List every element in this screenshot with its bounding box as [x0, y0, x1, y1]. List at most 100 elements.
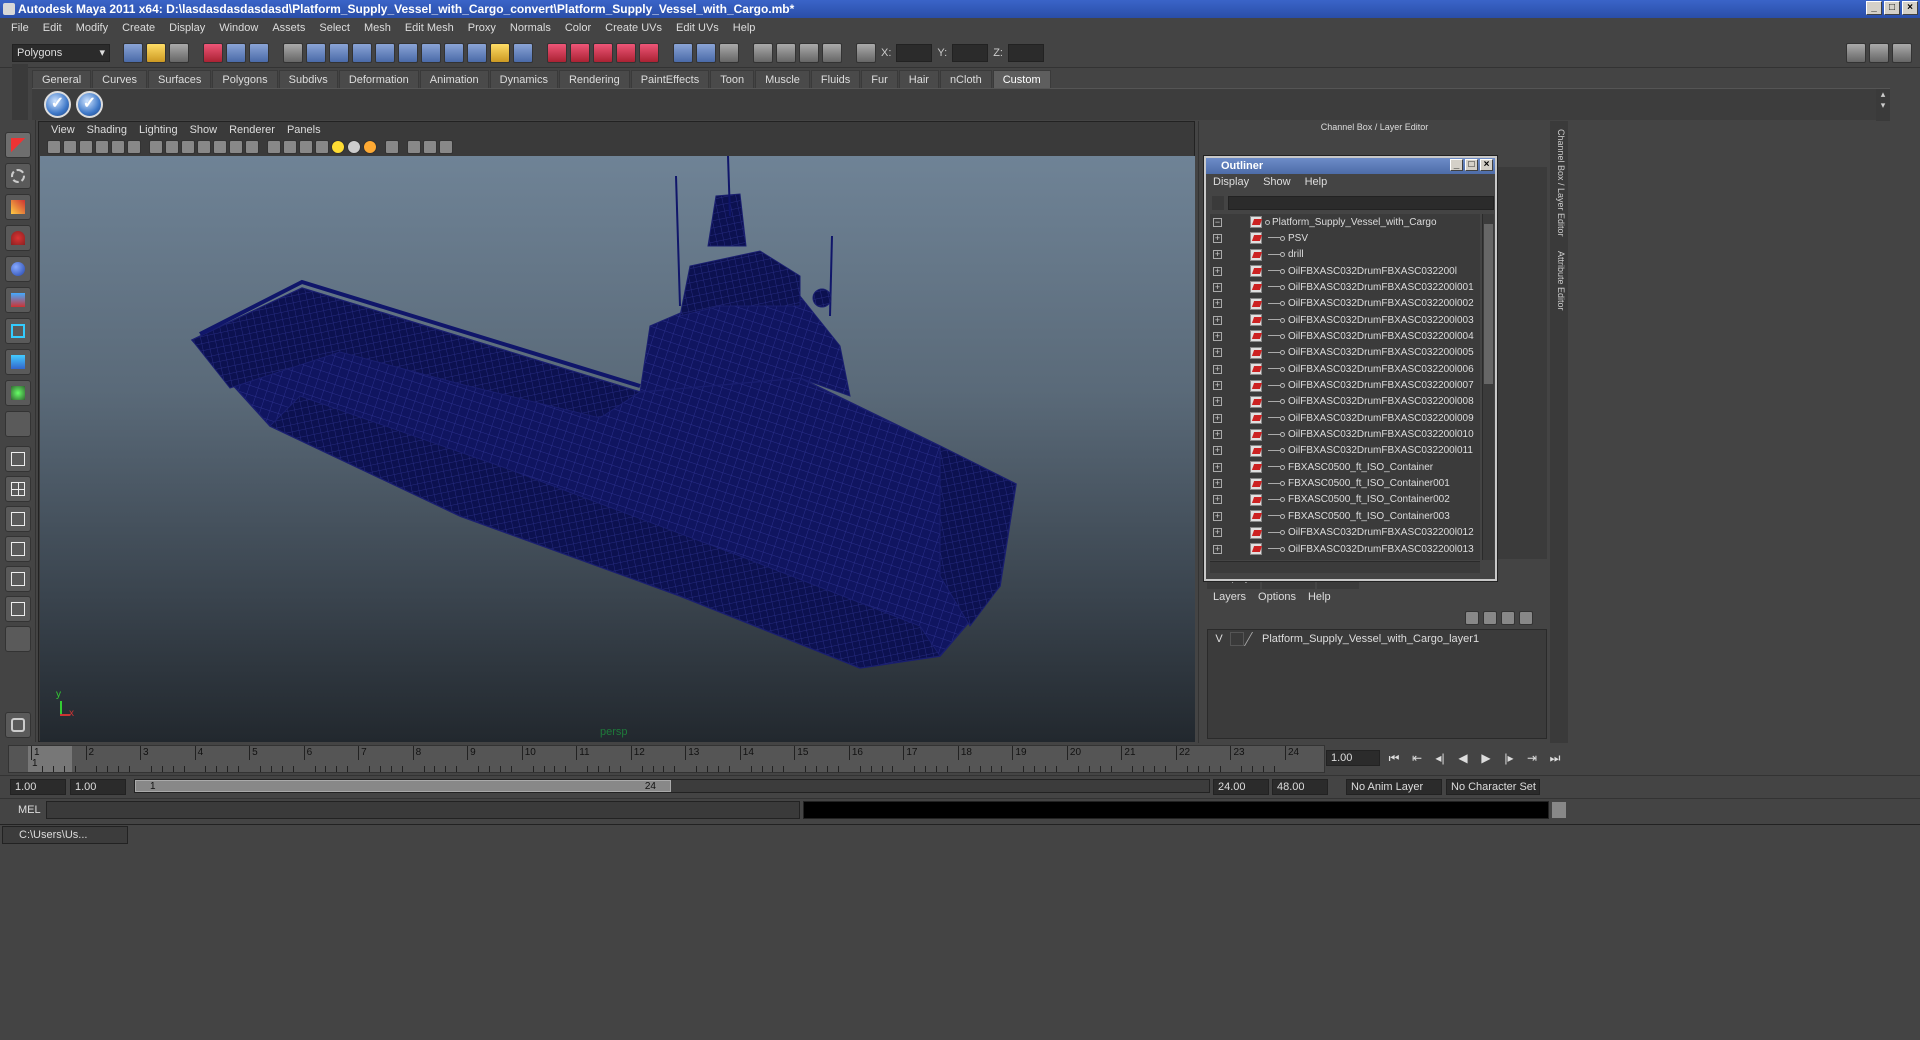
save-scene-icon[interactable] [169, 42, 189, 63]
new-empty-layer-icon[interactable] [1501, 611, 1515, 625]
time-slider[interactable]: 1 1 2 3 4 5 6 7 8 9 10 11 12 13 14 15 16 17 18 19 20 21 22 23 2… [8, 745, 1325, 773]
playback-end-field[interactable]: 24.00 [1213, 779, 1269, 795]
textured-icon[interactable] [315, 140, 329, 154]
expand-icon[interactable]: + [1213, 233, 1222, 243]
film-gate-icon[interactable] [165, 140, 179, 154]
shelf-tab-surfaces[interactable]: Surfaces [147, 70, 212, 88]
shelf-tab-custom[interactable]: Custom [992, 70, 1051, 88]
range-slider[interactable]: 1 24 [134, 779, 1210, 793]
outliner-item-row[interactable]: + FBXASC0500_ft_ISO_Container003 [1210, 508, 1480, 524]
menu-color[interactable]: Color [558, 22, 598, 34]
character-set-dropdown[interactable]: No Character Set [1446, 779, 1540, 795]
universal-manip-tool[interactable] [5, 318, 31, 344]
mask-dropdown-icon[interactable] [283, 42, 303, 63]
shelf-tab-curves[interactable]: Curves [92, 70, 147, 88]
bookmark-icon[interactable] [79, 140, 93, 154]
expand-icon[interactable]: + [1213, 413, 1222, 423]
minimize-button[interactable]: _ [1866, 1, 1882, 15]
select-curves-icon[interactable] [352, 42, 372, 63]
expand-icon[interactable]: + [1213, 397, 1222, 407]
wireframe-on-shaded-icon[interactable] [299, 140, 313, 154]
snap-grid-icon[interactable] [547, 42, 567, 63]
safe-action-icon[interactable] [229, 140, 243, 154]
select-handles-icon[interactable] [306, 42, 326, 63]
select-camera-icon[interactable] [47, 140, 61, 154]
viewport-menu-shading[interactable]: Shading [81, 124, 133, 136]
shelf-tab-polygons[interactable]: Polygons [212, 70, 278, 88]
ipr-render-icon[interactable] [799, 42, 819, 63]
shelf-tab-subdivs[interactable]: Subdivs [278, 70, 338, 88]
new-layer-selected-icon[interactable] [1519, 611, 1533, 625]
z-field[interactable] [1007, 43, 1044, 62]
shadows-icon[interactable] [363, 140, 377, 154]
step-back-key-button[interactable]: ⇤ [1408, 750, 1426, 766]
outliner-item-row[interactable]: + OilFBXASC032DrumFBXASC032200l008 [1210, 394, 1480, 410]
render-settings-icon[interactable] [822, 42, 842, 63]
expand-icon[interactable]: + [1213, 446, 1222, 456]
select-tool[interactable] [5, 132, 31, 158]
step-forward-frame-button[interactable]: |▸ [1500, 750, 1518, 766]
image-plane-icon[interactable] [95, 140, 109, 154]
expand-icon[interactable]: + [1213, 528, 1222, 538]
anim-layer-dropdown[interactable]: No Anim Layer [1346, 779, 1442, 795]
expand-icon[interactable]: + [1213, 544, 1222, 554]
select-component-icon[interactable] [249, 42, 269, 63]
y-field[interactable] [952, 43, 989, 62]
select-misc-icon[interactable] [467, 42, 487, 63]
outliner-close-button[interactable]: × [1480, 159, 1493, 171]
outliner-minimize-button[interactable]: _ [1450, 159, 1463, 171]
outliner-filter-icon[interactable] [1212, 196, 1224, 210]
all-lights-icon[interactable] [347, 140, 361, 154]
minimized-window[interactable]: C:\Users\Us... [2, 826, 128, 844]
expand-icon[interactable]: + [1213, 381, 1222, 390]
expand-icon[interactable]: + [1213, 364, 1222, 374]
outliner-item-row[interactable]: + FBXASC0500_ft_ISO_Container001 [1210, 476, 1480, 492]
custom-check-button-1[interactable]: ✓ [44, 91, 71, 118]
shelf-tab-general[interactable]: General [32, 70, 92, 88]
layout-graph-persp[interactable] [5, 596, 31, 622]
select-surfaces-icon[interactable] [375, 42, 395, 63]
expand-icon[interactable]: + [1213, 348, 1222, 358]
shelf-tab-dynamics[interactable]: Dynamics [489, 70, 558, 88]
outliner-vscroll-thumb[interactable] [1484, 224, 1493, 384]
field-chart-icon[interactable] [213, 140, 227, 154]
go-to-end-button[interactable]: ⏭ [1546, 750, 1564, 766]
expand-icon[interactable]: + [1213, 511, 1222, 521]
menu-help[interactable]: Help [726, 22, 763, 34]
viewport-menu-panels[interactable]: Panels [281, 124, 327, 136]
input-ops-icon[interactable] [673, 42, 693, 63]
outliner-menu-help[interactable]: Help [1298, 176, 1335, 192]
outliner-item-row[interactable]: + OilFBXASC032DrumFBXASC032200l003 [1210, 312, 1480, 328]
start-time-field[interactable]: 1.00 [10, 779, 66, 795]
viewport-menu-show[interactable]: Show [184, 124, 224, 136]
viewport-menu-lighting[interactable]: Lighting [133, 124, 184, 136]
outliner-item-row[interactable]: + OilFBXASC032DrumFBXASC032200l012 [1210, 525, 1480, 541]
move-layer-up-icon[interactable] [1465, 611, 1479, 625]
viewport-menu-view[interactable]: View [45, 124, 81, 136]
menu-window[interactable]: Window [212, 22, 265, 34]
menu-normals[interactable]: Normals [503, 22, 558, 34]
viewport-menu-renderer[interactable]: Renderer [223, 124, 281, 136]
layer-name[interactable]: Platform_Supply_Vessel_with_Cargo_layer1 [1262, 633, 1479, 645]
layer-row[interactable]: V Platform_Supply_Vessel_with_Cargo_laye… [1208, 630, 1546, 648]
shelf-tab-ncloth[interactable]: nCloth [939, 70, 992, 88]
step-back-frame-button[interactable]: ◂| [1431, 750, 1449, 766]
viewport-scene[interactable]: y x persp [40, 156, 1195, 742]
expand-icon[interactable]: + [1213, 315, 1222, 325]
shelf-tab-muscle[interactable]: Muscle [755, 70, 810, 88]
shelf-tab-fluids[interactable]: Fluids [810, 70, 861, 88]
play-forwards-button[interactable]: ▶ [1477, 750, 1495, 766]
smooth-shade-icon[interactable] [283, 140, 297, 154]
outliner-search-input[interactable] [1228, 196, 1494, 210]
outliner-item-row[interactable]: + FBXASC0500_ft_ISO_Container002 [1210, 492, 1480, 508]
expand-icon[interactable]: + [1213, 282, 1222, 292]
expand-icon[interactable]: + [1213, 495, 1222, 505]
outliner-item-row[interactable]: + OilFBXASC032DrumFBXASC032200l002 [1210, 296, 1480, 312]
outliner-vscrollbar[interactable] [1482, 214, 1494, 560]
default-lighting-icon[interactable] [331, 140, 345, 154]
snap-curve-icon[interactable] [570, 42, 590, 63]
wireframe-icon[interactable] [267, 140, 281, 154]
toggle-attribute-editor-icon[interactable] [1846, 42, 1866, 63]
shelf-tab-animation[interactable]: Animation [419, 70, 489, 88]
menu-display[interactable]: Display [162, 22, 212, 34]
